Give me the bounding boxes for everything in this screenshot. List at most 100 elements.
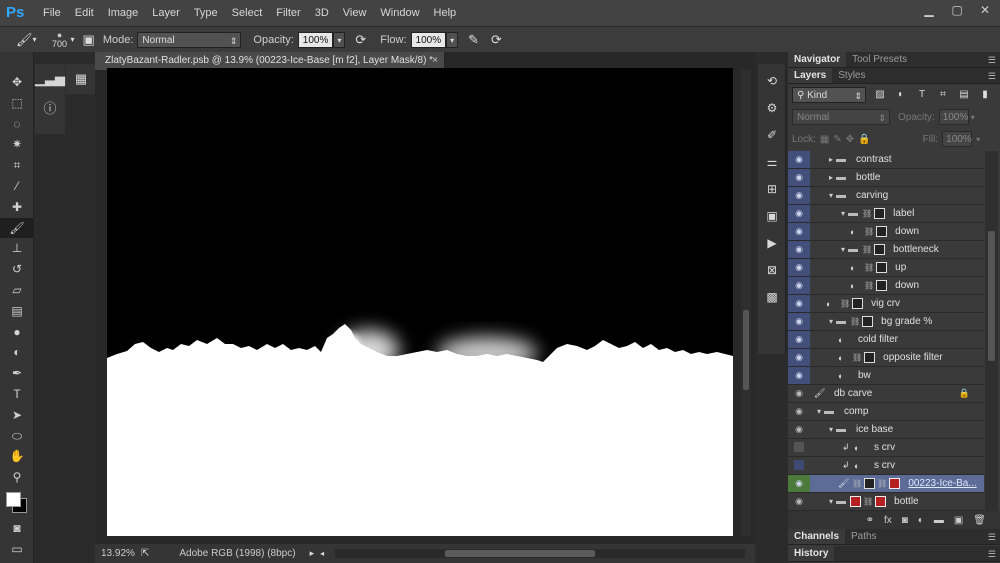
scroll-left-icon[interactable]: ◂ <box>320 549 324 558</box>
screen-mode-icon[interactable]: ▭ <box>0 539 34 560</box>
menu-view[interactable]: View <box>336 7 374 19</box>
layer-row[interactable]: ◉ ◐ cold filter <box>788 331 984 349</box>
layer-row[interactable]: ◉ ▾ ▬ ⛓ bg grade % <box>788 313 984 331</box>
channels-panel-menu-icon[interactable]: ☰ <box>988 529 996 545</box>
fill-input[interactable]: 100% <box>942 131 973 147</box>
visibility-eye-icon[interactable]: ◉ <box>788 475 810 492</box>
brush-picker-chevron-icon[interactable]: ▾ <box>71 35 75 44</box>
fill-dropdown-icon[interactable]: ▾ <box>976 135 980 144</box>
layer-opacity-dropdown-icon[interactable]: ▾ <box>971 113 975 122</box>
new-adjustment-icon[interactable]: ◐ <box>918 515 924 526</box>
type-tool-icon[interactable]: T <box>0 384 34 405</box>
vector-mask-thumbnail[interactable] <box>875 496 887 507</box>
foreground-color-swatch[interactable] <box>6 491 21 507</box>
layers-scrollbar[interactable] <box>985 151 998 511</box>
hand-tool-icon[interactable]: ✋ <box>0 446 34 467</box>
path-selection-tool-icon[interactable]: ➤ <box>0 405 34 426</box>
visibility-eye-icon[interactable]: ◉ <box>788 241 810 258</box>
layer-mask-thumbnail[interactable] <box>874 208 886 219</box>
visibility-eye-icon[interactable] <box>788 457 810 474</box>
visibility-eye-icon[interactable]: ◉ <box>788 313 810 330</box>
move-tool-icon[interactable]: ✥ <box>0 72 34 93</box>
status-menu-icon[interactable]: ▸ <box>310 548 315 559</box>
gradient-tool-icon[interactable]: ▤ <box>0 301 34 322</box>
close-icon[interactable]: ✕ <box>978 3 992 17</box>
layer-mask-thumbnail[interactable] <box>864 352 876 363</box>
visibility-eye-icon[interactable]: ◉ <box>788 349 810 366</box>
visibility-eye-icon[interactable]: ◉ <box>788 151 810 168</box>
quick-mask-icon[interactable]: ◙ <box>0 518 34 539</box>
visibility-eye-icon[interactable]: ◉ <box>788 223 810 240</box>
blend-mode-select[interactable]: Normal <box>792 109 890 126</box>
visibility-eye-icon[interactable]: ◉ <box>788 187 810 204</box>
group-toggle-icon[interactable]: ▾ <box>826 497 836 506</box>
clone-source-icon[interactable]: ⊞ <box>758 178 786 200</box>
history-brush-tool-icon[interactable]: ↺ <box>0 259 34 280</box>
marquee-tool-icon[interactable]: ⬚ <box>0 93 34 114</box>
type-filter-icon[interactable]: T <box>915 88 929 102</box>
group-toggle-icon[interactable]: ▾ <box>814 407 824 416</box>
layer-mask-thumbnail[interactable] <box>876 280 888 291</box>
lasso-tool-icon[interactable]: ◌ <box>0 114 34 135</box>
add-mask-icon[interactable]: ◙ <box>902 515 908 526</box>
layer-row[interactable]: ◉ 🖌 db carve 🔒 <box>788 385 984 403</box>
clone-stamp-tool-icon[interactable]: ⊥ <box>0 238 34 259</box>
airbrush-icon[interactable]: ✎ <box>468 32 479 48</box>
info-icon[interactable]: ⓘ <box>35 94 65 124</box>
layer-opacity-input[interactable]: 100% <box>938 109 969 125</box>
layer-row[interactable]: ↲ ◐ s crv <box>788 457 984 475</box>
layer-row[interactable]: ◉ ◐ ⛓ down <box>788 223 984 241</box>
layer-row[interactable]: ◉ ▸ ▬ bottle <box>788 169 984 187</box>
layer-row[interactable]: ◉ ◐ ⛓ opposite filter <box>788 349 984 367</box>
swatches-icon[interactable]: ▩ <box>758 286 786 308</box>
group-toggle-icon[interactable]: ▾ <box>826 425 836 434</box>
smart-object-thumbnail[interactable] <box>864 478 876 489</box>
color-swatches[interactable] <box>0 488 33 518</box>
layer-row[interactable]: ◉ ◐ ⛓ up <box>788 259 984 277</box>
layer-row[interactable]: ◉ ▾ ▬ ⛓ bottleneck <box>788 241 984 259</box>
blur-tool-icon[interactable]: ● <box>0 322 34 343</box>
adjustment-filter-icon[interactable]: ◐ <box>894 88 908 102</box>
layer-mask-thumbnail[interactable] <box>874 244 886 255</box>
pen-tool-icon[interactable]: ✒ <box>0 363 34 384</box>
brush-panel-icon[interactable]: ✐ <box>758 124 786 146</box>
actions-play-icon[interactable]: ▶ <box>758 232 786 254</box>
opacity-dropdown-icon[interactable]: ▾ <box>333 31 346 48</box>
eraser-tool-icon[interactable]: ▱ <box>0 280 34 301</box>
menu-help[interactable]: Help <box>427 7 464 19</box>
visibility-eye-icon[interactable]: ◉ <box>788 493 810 510</box>
adjustments-icon[interactable]: ⚌ <box>758 151 786 173</box>
lock-pixels-icon[interactable]: ✎ <box>833 134 841 145</box>
maximize-icon[interactable]: ▢ <box>950 3 964 17</box>
pixel-filter-icon[interactable]: ▨ <box>873 88 887 102</box>
layer-row[interactable]: ◉ ◐ bw <box>788 367 984 385</box>
visibility-eye-icon[interactable]: ◉ <box>788 367 810 384</box>
layer-mask-thumbnail[interactable] <box>889 478 901 489</box>
visibility-eye-icon[interactable]: ◉ <box>788 403 810 420</box>
layer-mask-thumbnail[interactable] <box>876 226 888 237</box>
magic-wand-tool-icon[interactable]: ✷ <box>0 134 34 155</box>
ellipse-tool-icon[interactable]: ⬭ <box>0 426 34 447</box>
kind-filter-select[interactable]: ⚲ Kind <box>792 87 866 104</box>
link-layers-icon[interactable]: ⚭ <box>866 515 874 526</box>
visibility-eye-icon[interactable]: ◉ <box>788 259 810 276</box>
layer-row[interactable]: ↲ ◐ s crv <box>788 439 984 457</box>
flow-dropdown-icon[interactable]: ▾ <box>446 31 459 48</box>
properties-icon[interactable]: ▦ <box>66 64 96 94</box>
layer-row[interactable]: ◉ ▾ ▬ ⛓ bottle <box>788 493 984 511</box>
visibility-eye-icon[interactable]: ◉ <box>788 331 810 348</box>
eyedropper-tool-icon[interactable]: ⁄ <box>0 176 34 197</box>
zoom-tool-icon[interactable]: ⚲ <box>0 467 34 488</box>
masks-icon[interactable]: ⊠ <box>758 259 786 281</box>
menu-layer[interactable]: Layer <box>145 7 187 19</box>
layers-panel-menu-icon[interactable]: ☰ <box>988 68 996 84</box>
brush-presets-icon[interactable]: ▣ <box>758 205 786 227</box>
canvas[interactable] <box>107 68 733 536</box>
layer-style-icon[interactable]: fx <box>884 515 892 526</box>
visibility-eye-icon[interactable]: ◉ <box>788 169 810 186</box>
layer-row[interactable]: ◉ ▾ ▬ ⛓ label <box>788 205 984 223</box>
share-icon[interactable]: ⇱ <box>141 548 149 559</box>
visibility-eye-icon[interactable]: ◉ <box>788 421 810 438</box>
new-group-icon[interactable]: ▬ <box>934 515 944 526</box>
tab-channels[interactable]: Channels <box>788 529 846 544</box>
